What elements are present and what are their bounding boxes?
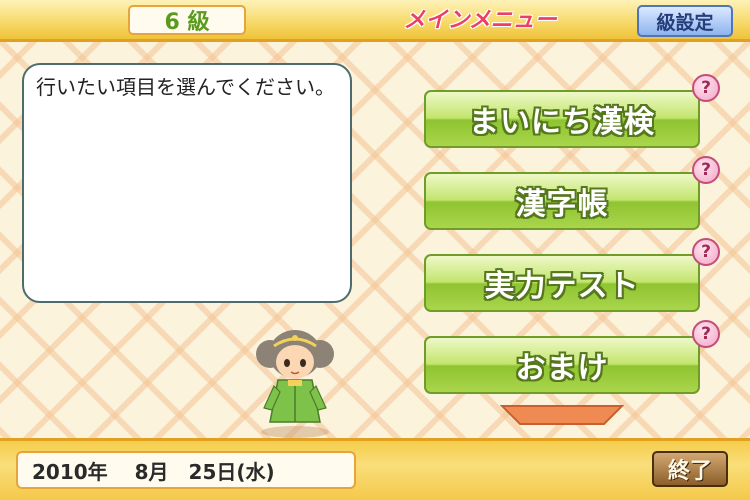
menu-button-daily-kanken[interactable]: まいにち漢検 <box>424 90 700 148</box>
help-icon[interactable]: ? <box>692 74 720 102</box>
top-bar: 6 級 メインメニュー 級設定 <box>0 0 750 42</box>
menu-button-skill-test[interactable]: 実力テスト <box>424 254 700 312</box>
page-title: メインメニュー <box>403 8 557 33</box>
grade-display: 6 級 <box>128 5 246 35</box>
game-screen: 6 級 メインメニュー 級設定 行いたい項目を選んでください。 まいにち漢検 ?… <box>0 0 750 500</box>
grade-settings-button[interactable]: 級設定 <box>637 5 733 37</box>
menu-button-kanji-notebook[interactable]: 漢字帳 <box>424 172 700 230</box>
speech-bubble: 行いたい項目を選んでください。 <box>22 63 352 303</box>
scroll-down-arrow-icon[interactable] <box>500 404 624 426</box>
menu-button-extras[interactable]: おまけ <box>424 336 700 394</box>
help-icon[interactable]: ? <box>692 156 720 184</box>
guide-character-sprite <box>256 330 334 438</box>
bottom-bar: 2010年 8月 25日(水) 終了 <box>0 438 750 500</box>
help-icon[interactable]: ? <box>692 238 720 266</box>
dialog-message: 行いたい項目を選んでください。 <box>36 75 335 99</box>
help-icon[interactable]: ? <box>692 320 720 348</box>
quit-button[interactable]: 終了 <box>652 451 728 487</box>
date-display: 2010年 8月 25日(水) <box>16 451 356 489</box>
